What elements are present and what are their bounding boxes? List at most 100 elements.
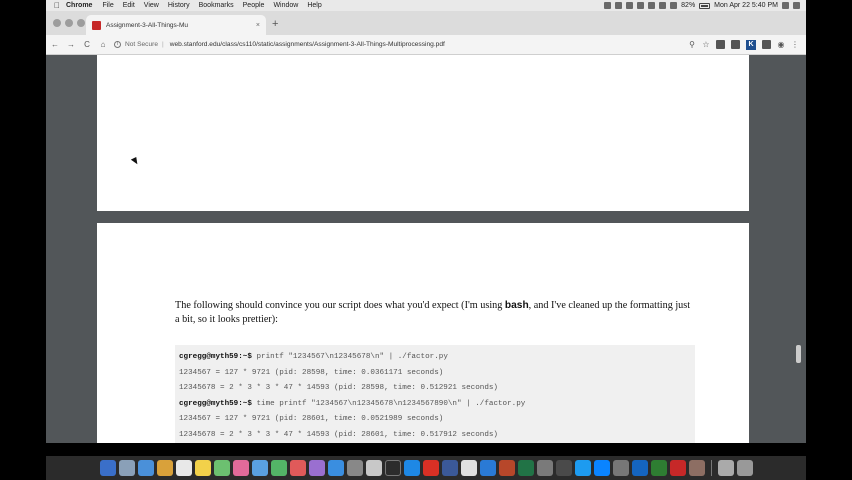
back-button[interactable]: ← xyxy=(48,40,62,49)
notes-icon[interactable] xyxy=(194,460,211,476)
extension-icon[interactable] xyxy=(731,40,740,49)
minimize-window-button[interactable] xyxy=(65,19,73,27)
podcasts-icon[interactable] xyxy=(308,460,325,476)
app-icon[interactable] xyxy=(441,460,458,476)
app-icon[interactable] xyxy=(555,460,572,476)
body-paragraph: The following should convince you our sc… xyxy=(175,299,695,327)
bookmark-star-icon[interactable]: ☆ xyxy=(699,40,713,49)
menu-history[interactable]: History xyxy=(168,2,190,9)
output-text: 1234567 = 127 * 9721 (pid: 28598, time: … xyxy=(179,368,444,377)
downloads-stack-icon[interactable] xyxy=(717,460,734,476)
terminal-output-block: cgregg@myth59:~$ printf "1234567\n123456… xyxy=(175,345,695,443)
terminal-line: 12345678 = 2 * 3 * 3 * 47 * 14593 (pid: … xyxy=(179,381,691,397)
terminal-line: 1234567 = 127 * 9721 (pid: 28601, time: … xyxy=(179,412,691,428)
tab-assignment-pdf[interactable]: Assignment-3-All-Things-Mu × xyxy=(86,15,266,35)
menu-help[interactable]: Help xyxy=(307,2,321,9)
zoom-icon[interactable]: ⚲ xyxy=(685,40,699,49)
menu-people[interactable]: People xyxy=(243,2,265,9)
notification-center-icon[interactable] xyxy=(793,2,800,9)
app-icon[interactable] xyxy=(156,460,173,476)
excel-icon[interactable] xyxy=(517,460,534,476)
terminal-app-icon[interactable] xyxy=(384,460,401,476)
app-icon[interactable] xyxy=(365,460,382,476)
terminal-line: 1234567 = 127 * 9721 (pid: 28598, time: … xyxy=(179,366,691,382)
apple-menu-icon[interactable]:  xyxy=(54,1,60,10)
finder-icon[interactable] xyxy=(99,460,116,476)
paragraph-text: The following should convince you our sc… xyxy=(175,300,505,311)
battery-icon[interactable] xyxy=(699,2,711,9)
paragraph-bold: bash xyxy=(504,300,529,311)
app-store-icon[interactable] xyxy=(327,460,344,476)
home-button[interactable]: ⌂ xyxy=(96,40,110,49)
trash-icon[interactable] xyxy=(736,460,753,476)
wifi-icon[interactable] xyxy=(659,2,667,9)
menu-kebab-icon[interactable]: ⋮ xyxy=(788,40,802,49)
app-icon[interactable] xyxy=(650,460,667,476)
powerpoint-icon[interactable] xyxy=(498,460,515,476)
facetime-icon[interactable] xyxy=(270,460,287,476)
app-icon[interactable] xyxy=(669,460,686,476)
maps-icon[interactable] xyxy=(213,460,230,476)
extension-k-icon[interactable]: K xyxy=(746,39,756,50)
forward-button[interactable]: → xyxy=(64,40,78,49)
menu-edit[interactable]: Edit xyxy=(123,2,135,9)
battery-percent: 82% xyxy=(681,2,696,9)
close-tab-icon[interactable]: × xyxy=(256,22,260,29)
dock-divider xyxy=(710,460,712,476)
shell-prompt: cgregg@myth59:~$ xyxy=(179,353,252,361)
zoom-window-button[interactable] xyxy=(77,19,85,27)
music-icon[interactable] xyxy=(289,460,306,476)
safari-icon[interactable] xyxy=(137,460,154,476)
system-preferences-icon[interactable] xyxy=(346,460,363,476)
status-icon[interactable] xyxy=(615,2,623,9)
address-bar[interactable]: i Not Secure | web.stanford.edu/class/cs… xyxy=(114,38,674,52)
close-window-button[interactable] xyxy=(53,19,61,27)
volume-icon[interactable] xyxy=(670,2,678,9)
dropbox-icon[interactable] xyxy=(637,2,645,9)
scrollbar-thumb[interactable] xyxy=(796,345,801,363)
browser-toolbar: ← → C ⌂ i Not Secure | web.stanford.edu/… xyxy=(46,35,806,55)
extension-icon[interactable] xyxy=(716,40,725,49)
app-icon[interactable] xyxy=(612,460,629,476)
app-icon[interactable] xyxy=(631,460,648,476)
tab-strip: Assignment-3-All-Things-Mu × + xyxy=(46,11,806,35)
calendar-icon[interactable] xyxy=(175,460,192,476)
terminal-line: cgregg@myth59:~$ printf "1234567\n123456… xyxy=(179,350,691,366)
photos-icon[interactable] xyxy=(232,460,249,476)
app-icon[interactable] xyxy=(403,460,420,476)
new-tab-button[interactable]: + xyxy=(272,18,278,30)
security-label[interactable]: Not Secure xyxy=(125,41,158,48)
app-menu-chrome[interactable]: Chrome xyxy=(66,2,92,9)
status-icon[interactable] xyxy=(626,2,634,9)
bluetooth-icon[interactable] xyxy=(648,2,656,9)
app-icon[interactable] xyxy=(688,460,705,476)
launchpad-icon[interactable] xyxy=(118,460,135,476)
menu-view[interactable]: View xyxy=(144,2,159,9)
search-icon[interactable] xyxy=(782,2,789,9)
pdf-viewer[interactable]: The following should convince you our sc… xyxy=(46,55,806,443)
pdf-page xyxy=(97,55,749,211)
terminal-line: cgregg@myth59:~$ time printf "1234567\n1… xyxy=(179,397,691,413)
chrome-icon[interactable] xyxy=(422,460,439,476)
reload-button[interactable]: C xyxy=(80,40,94,49)
menu-file[interactable]: File xyxy=(102,2,113,9)
terminal-line: 12345678 = 2 * 3 * 3 * 47 * 14593 (pid: … xyxy=(179,428,691,444)
command-text: time printf "1234567\n12345678\n12345678… xyxy=(251,399,526,408)
menu-bookmarks[interactable]: Bookmarks xyxy=(199,2,234,9)
divider: | xyxy=(162,41,164,48)
app-icon[interactable] xyxy=(593,460,610,476)
profile-icon[interactable]: ◉ xyxy=(774,40,788,49)
app-icon[interactable] xyxy=(460,460,477,476)
output-text: 1234567 = 127 * 9721 (pid: 28601, time: … xyxy=(179,415,444,423)
app-icon[interactable] xyxy=(536,460,553,476)
app-icon[interactable] xyxy=(574,460,591,476)
url-text[interactable]: web.stanford.edu/class/cs110/static/assi… xyxy=(170,41,445,48)
clock[interactable]: Mon Apr 22 5:40 PM xyxy=(714,2,778,9)
extension-icon[interactable] xyxy=(762,40,771,49)
info-icon[interactable]: i xyxy=(114,41,121,48)
menu-window[interactable]: Window xyxy=(273,2,298,9)
word-icon[interactable] xyxy=(479,460,496,476)
status-icon[interactable] xyxy=(604,2,612,9)
messages-icon[interactable] xyxy=(251,460,268,476)
pdf-page: The following should convince you our sc… xyxy=(97,223,749,443)
